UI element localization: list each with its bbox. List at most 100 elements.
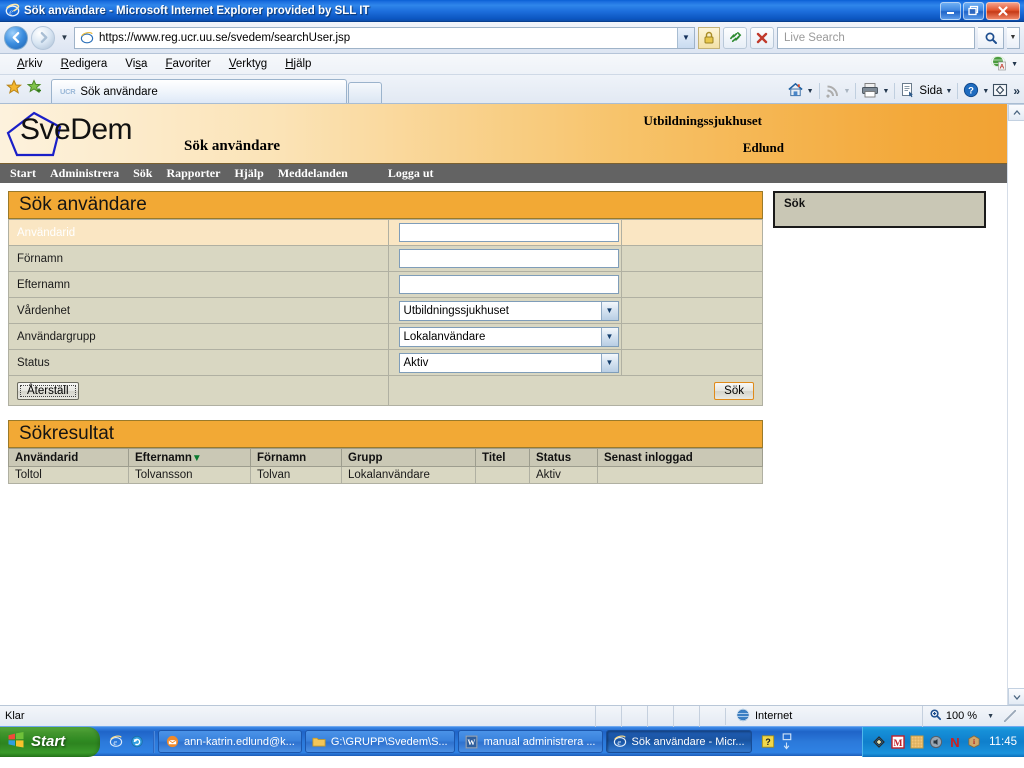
site-logo[interactable]: SveDem Sök användare	[0, 104, 280, 163]
quick-launch-ie-icon[interactable]: e	[109, 735, 123, 749]
nav-rapporter[interactable]: Rapporter	[166, 166, 220, 181]
reset-button[interactable]: Återställ	[17, 381, 79, 400]
forward-button[interactable]	[31, 25, 55, 50]
home-caret-icon[interactable]: ▼	[807, 88, 814, 95]
search-options-caret-icon[interactable]: ▼	[1007, 26, 1020, 49]
page-menu-icon[interactable]	[900, 82, 916, 101]
form-buttons-row: Återställ Sök	[8, 375, 764, 406]
col-senast-inloggad[interactable]: Senast inloggad	[597, 448, 763, 467]
fornamn-input[interactable]	[398, 249, 619, 268]
chevron-down-icon[interactable]: ▼	[600, 327, 618, 346]
tray-volume-icon[interactable]	[929, 735, 943, 749]
menu-visa[interactable]: Visa	[116, 54, 156, 75]
efternamn-input[interactable]	[398, 275, 619, 294]
taskbar-item-ie-active[interactable]: e Sök användare - Micr...	[605, 730, 752, 753]
addon-caret-icon[interactable]: ▼	[1011, 61, 1018, 68]
address-bar[interactable]: https://www.reg.ucr.uu.se/svedem/searchU…	[74, 26, 695, 49]
col-fornamn[interactable]: Förnamn	[250, 448, 342, 467]
browser-tab[interactable]: UCR Sök användare	[51, 79, 347, 103]
ssl-lock-icon[interactable]	[698, 26, 720, 49]
menu-hjalp[interactable]: Hjälp	[276, 54, 320, 75]
start-button[interactable]: Start	[0, 726, 100, 757]
taskbar-item-explorer[interactable]: G:\GRUPP\Svedem\S...	[304, 730, 455, 753]
chevron-down-icon[interactable]: ▼	[600, 353, 618, 372]
resize-grip[interactable]	[1004, 710, 1016, 722]
live-search-input[interactable]: Live Search	[777, 26, 975, 49]
close-button[interactable]	[986, 1, 1020, 20]
vardenhet-select[interactable]: Utbildningssjukhuset ▼	[398, 300, 619, 321]
menu-arkiv[interactable]: AArkivrkiv	[8, 54, 52, 75]
scroll-up-button[interactable]	[1008, 104, 1024, 121]
site-header: SveDem Sök användare Utbildningssjukhuse…	[0, 104, 1007, 164]
col-anvandarid[interactable]: Användarid	[8, 448, 129, 467]
page-favicon	[80, 31, 95, 46]
results-table: Användarid Efternamn▼ Förnamn Grupp Tite…	[8, 448, 763, 484]
quick-launch-refresh-icon[interactable]	[130, 735, 144, 749]
nav-administrera[interactable]: Administrera	[50, 166, 119, 181]
research-icon[interactable]	[992, 82, 1008, 101]
col-efternamn[interactable]: Efternamn▼	[128, 448, 251, 467]
chevron-down-icon[interactable]: ▼	[600, 301, 618, 320]
label-status: Status	[8, 349, 389, 376]
tray-info-icon[interactable]: i	[967, 735, 981, 749]
tray-norton-icon[interactable]: N	[948, 735, 962, 749]
search-submit-button[interactable]: Sök	[714, 381, 754, 400]
menu-favoriter[interactable]: Favoriter	[156, 54, 219, 75]
taskbar-help-icon[interactable]: ?	[761, 735, 775, 749]
security-zone[interactable]: Internet	[725, 707, 922, 725]
tray-network-icon[interactable]	[872, 735, 886, 749]
nav-sok[interactable]: Sök	[133, 166, 152, 181]
scroll-down-button[interactable]	[1008, 688, 1024, 705]
status-select[interactable]: Aktiv ▼	[398, 352, 619, 373]
anvandarid-input[interactable]	[398, 223, 619, 242]
favorites-center-icon[interactable]	[5, 79, 23, 98]
add-favorite-icon[interactable]	[26, 79, 43, 98]
nav-hjalp[interactable]: Hjälp	[234, 166, 263, 181]
taskbar-item-word[interactable]: W manual administrera ...	[457, 730, 603, 753]
nav-start[interactable]: Start	[10, 166, 36, 181]
globe-pdf-icon[interactable]: A	[990, 55, 1007, 74]
history-dropdown-icon[interactable]: ▼	[58, 33, 71, 42]
col-grupp-label: Grupp	[348, 451, 383, 464]
refresh-button[interactable]	[723, 26, 747, 49]
help-icon[interactable]: ?	[963, 82, 979, 101]
page-viewport: SveDem Sök användare Utbildningssjukhuse…	[0, 104, 1024, 705]
stop-button[interactable]	[750, 26, 774, 49]
print-icon[interactable]	[861, 82, 879, 101]
back-button[interactable]	[4, 25, 28, 50]
home-icon[interactable]	[787, 81, 804, 101]
toolbar-overflow-icon[interactable]: »	[1013, 84, 1020, 98]
minimize-button[interactable]	[940, 1, 961, 20]
nav-logga-ut[interactable]: Logga ut	[388, 166, 434, 181]
print-caret-icon[interactable]: ▼	[882, 88, 889, 95]
tray-grid-icon[interactable]	[910, 735, 924, 749]
taskbar-item-mail[interactable]: ann-katrin.edlund@k...	[158, 730, 302, 753]
menu-verktyg[interactable]: Verktyg	[220, 54, 276, 75]
table-row[interactable]: Toltol Tolvansson Tolvan Lokalanvändare …	[8, 466, 763, 484]
page-scrollbar[interactable]	[1007, 104, 1024, 705]
zoom-control[interactable]: 100 % ▼	[921, 705, 1024, 727]
anvandargrupp-select[interactable]: Lokalanvändare ▼	[398, 326, 619, 347]
col-status[interactable]: Status	[529, 448, 598, 467]
page-caret-icon[interactable]: ▼	[945, 88, 952, 95]
sidebar-search-box[interactable]: Sök	[773, 191, 986, 228]
address-dropdown-icon[interactable]: ▼	[677, 27, 694, 48]
system-clock[interactable]: 11:45	[989, 736, 1017, 748]
status-segment-4	[673, 705, 699, 727]
new-tab-button[interactable]	[348, 82, 382, 103]
address-url[interactable]: https://www.reg.ucr.uu.se/svedem/searchU…	[75, 32, 677, 44]
taskbar-window-stack-icon[interactable]	[780, 733, 794, 750]
maximize-button[interactable]	[963, 1, 984, 20]
page-menu-label[interactable]: Sida	[919, 85, 942, 97]
tray-mcafee-icon[interactable]: M	[891, 734, 905, 749]
vardenhet-selected-value: Utbildningssjukhuset	[403, 304, 509, 317]
nav-meddelanden[interactable]: Meddelanden	[278, 166, 348, 181]
help-caret-icon[interactable]: ▼	[982, 88, 989, 95]
col-grupp[interactable]: Grupp	[341, 448, 476, 467]
search-go-button[interactable]	[978, 26, 1004, 49]
zoom-caret-icon[interactable]: ▼	[987, 713, 994, 720]
cell-efternamn: Tolvansson	[128, 466, 251, 484]
cell-anvandarid[interactable]: Toltol	[8, 466, 129, 484]
col-titel[interactable]: Titel	[475, 448, 530, 467]
menu-redigera[interactable]: Redigera	[52, 54, 117, 75]
